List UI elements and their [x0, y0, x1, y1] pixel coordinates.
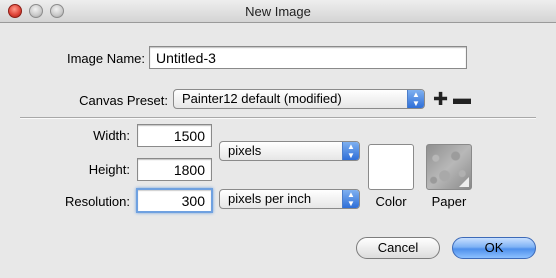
plus-icon[interactable]: ✚: [433, 90, 448, 108]
image-name-label: Image Name:: [66, 51, 145, 66]
popup-arrows-icon: ▲ ▼: [407, 90, 424, 108]
popup-arrows-icon: ▲ ▼: [342, 142, 359, 160]
ok-button[interactable]: OK: [452, 237, 536, 259]
minus-icon[interactable]: ▬: [453, 89, 471, 107]
color-swatch[interactable]: [368, 144, 414, 190]
window-title: New Image: [245, 4, 311, 19]
image-name-field[interactable]: [149, 46, 467, 69]
width-label: Width:: [93, 128, 130, 143]
canvas-preset-value: Painter12 default (modified): [182, 91, 342, 106]
height-field[interactable]: [137, 158, 212, 181]
corner-triangle-icon: [459, 177, 469, 187]
canvas-preset-label: Canvas Preset:: [79, 93, 168, 108]
separator: [20, 117, 536, 119]
width-field[interactable]: [137, 124, 212, 147]
size-units-value: pixels: [228, 143, 262, 158]
cancel-button[interactable]: Cancel: [356, 237, 440, 259]
title-bar: New Image: [0, 0, 556, 23]
height-label: Height:: [88, 162, 130, 177]
resolution-field[interactable]: [136, 188, 213, 213]
size-units-select[interactable]: pixels ▲ ▼: [219, 141, 360, 161]
resolution-label: Resolution:: [64, 194, 130, 209]
new-image-dialog: New Image Image Name: Canvas Preset: Pai…: [0, 0, 556, 278]
resolution-units-value: pixels per inch: [228, 191, 312, 206]
canvas-preset-select[interactable]: Painter12 default (modified) ▲ ▼: [173, 89, 425, 109]
color-label: Color: [375, 194, 407, 209]
paper-swatch[interactable]: [426, 144, 472, 190]
resolution-units-select[interactable]: pixels per inch ▲ ▼: [219, 189, 360, 209]
popup-arrows-icon: ▲ ▼: [342, 190, 359, 208]
paper-label: Paper: [431, 194, 467, 209]
